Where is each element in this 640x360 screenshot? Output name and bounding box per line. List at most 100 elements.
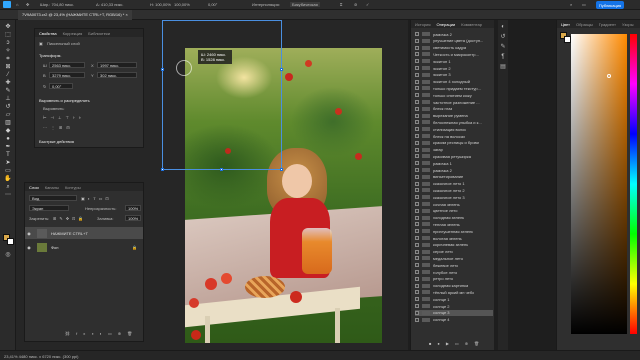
transform-handle[interactable] — [280, 68, 283, 71]
history-item[interactable]: светимость кадра — [415, 45, 493, 51]
quick-mask-icon[interactable]: ◎ — [4, 252, 12, 258]
toggle-icon[interactable] — [422, 283, 430, 288]
history-item[interactable]: только придаем текстур... — [415, 85, 493, 91]
tab-paths[interactable]: Контуры — [65, 185, 81, 190]
history-item[interactable]: сочная зелень — [415, 201, 493, 207]
checkbox-icon[interactable] — [415, 66, 419, 70]
brush-tool-icon[interactable]: ✎ — [4, 88, 12, 94]
close-icon[interactable]: × — [125, 12, 127, 17]
history-item[interactable]: теплая зелень — [415, 221, 493, 227]
toggle-icon[interactable] — [422, 93, 430, 98]
checkbox-icon[interactable] — [415, 154, 419, 159]
tab-layers[interactable]: Слои — [29, 185, 39, 190]
history-item[interactable]: холодная зелень — [415, 215, 493, 221]
toggle-icon[interactable] — [422, 222, 430, 227]
history-panel-icon[interactable]: ↺ — [500, 34, 506, 40]
toggle-icon[interactable] — [422, 188, 430, 193]
lasso-tool-icon[interactable]: ↄ — [4, 40, 12, 46]
history-item[interactable]: медальное лето — [415, 255, 493, 261]
color-picker-field[interactable] — [571, 34, 627, 334]
workspace-icon[interactable]: ▭ — [582, 2, 586, 7]
history-item[interactable]: загар — [415, 147, 493, 153]
document-tab[interactable]: 7V9A0073.cr2 @ 23,4% (НАЖМИТЕ CTRL+T, RG… — [18, 10, 132, 20]
opt-height[interactable]: Δ: 410,33 пикс. — [96, 2, 124, 7]
toggle-icon[interactable] — [422, 317, 430, 322]
checkbox-icon[interactable] — [415, 86, 419, 91]
tab-channels[interactable]: Каналы — [45, 185, 59, 190]
toggle-icon[interactable] — [422, 215, 430, 220]
toggle-icon[interactable] — [422, 297, 430, 302]
pen-tool-icon[interactable]: ✒ — [4, 144, 12, 150]
toggle-icon[interactable] — [422, 202, 430, 206]
transform-handle[interactable] — [280, 168, 283, 171]
history-item[interactable]: холодная картинка — [415, 283, 493, 289]
search-icon[interactable]: ⌕ — [570, 2, 572, 7]
gradient-tool-icon[interactable]: ▥ — [4, 120, 12, 126]
toggle-icon[interactable] — [422, 276, 430, 281]
history-item[interactable]: серое лето — [415, 249, 493, 255]
move-tool-icon[interactable]: ✥ — [4, 24, 12, 30]
checkbox-icon[interactable] — [415, 188, 419, 193]
history-item[interactable]: стилизация волос — [415, 126, 493, 132]
y-field[interactable]: 302 пикс. — [97, 72, 137, 78]
cancel-icon[interactable]: ⊘ — [354, 2, 357, 7]
toggle-icon[interactable] — [422, 140, 430, 145]
checkbox-icon[interactable] — [415, 93, 419, 98]
magic-wand-tool-icon[interactable]: ✧ — [4, 48, 12, 54]
layer-filter-select[interactable]: Вид — [29, 195, 77, 201]
checkbox-icon[interactable] — [415, 297, 419, 302]
eraser-tool-icon[interactable]: ▱ — [4, 112, 12, 118]
checkbox-icon[interactable] — [415, 59, 419, 64]
checkbox-icon[interactable] — [415, 290, 419, 295]
checkbox-icon[interactable] — [415, 120, 419, 125]
checkbox-icon[interactable] — [415, 174, 419, 179]
crop-tool-icon[interactable]: ⌗ — [4, 56, 12, 62]
checkbox-icon[interactable] — [415, 181, 419, 186]
history-item[interactable]: частотное разложение ... — [415, 99, 493, 105]
align-buttons[interactable]: ⊢⊣⊥⊤⊦⊧ — [43, 115, 85, 120]
publish-button[interactable]: Публикация — [596, 1, 624, 9]
toggle-icon[interactable] — [422, 106, 430, 111]
checkbox-icon[interactable] — [415, 256, 419, 261]
checkbox-icon[interactable] — [415, 72, 419, 77]
opt-width[interactable]: Шир.: 704,80 пикс. — [40, 2, 74, 7]
bg-color-swatch[interactable] — [564, 36, 571, 43]
checkbox-icon[interactable] — [415, 106, 419, 111]
toggle-icon[interactable] — [422, 86, 430, 91]
interp-select[interactable]: Бикубическая — [290, 2, 320, 7]
checkbox-icon[interactable] — [415, 202, 419, 206]
checkbox-icon[interactable] — [415, 161, 419, 166]
toggle-icon[interactable] — [422, 66, 430, 70]
type-panel-icon[interactable]: ¶ — [500, 54, 506, 60]
checkbox-icon[interactable] — [415, 52, 419, 57]
history-item[interactable]: тёплый яркий мн чебо — [415, 289, 493, 295]
toggle-icon[interactable] — [422, 38, 430, 43]
checkbox-icon[interactable] — [415, 147, 419, 152]
toggle-icon[interactable] — [422, 127, 430, 132]
opt-zoom[interactable]: 100,00% — [174, 2, 190, 7]
brush-panel-icon[interactable]: ✎ — [500, 44, 506, 50]
eyedropper-tool-icon[interactable]: ⁄ — [4, 72, 12, 78]
tab-comments[interactable]: Комментар — [461, 22, 482, 27]
history-item[interactable]: эскитон 1 — [415, 58, 493, 64]
commit-icon[interactable]: ✓ — [366, 2, 369, 7]
history-item[interactable]: белоснежная улыбка и к... — [415, 119, 493, 125]
toggle-icon[interactable] — [422, 79, 430, 84]
tab-swatches[interactable]: Образцы — [576, 22, 593, 27]
color-picker-cursor[interactable] — [607, 74, 611, 78]
checkbox-icon[interactable] — [415, 229, 419, 234]
checkbox-icon[interactable] — [415, 38, 419, 43]
lock-icons[interactable]: ⊞✎✥⊡🔒 — [53, 216, 86, 221]
checkbox-icon[interactable] — [415, 249, 419, 254]
checkbox-icon[interactable] — [415, 208, 419, 213]
toggle-icon[interactable] — [422, 134, 430, 138]
history-item[interactable]: рамочка 2 — [415, 167, 493, 173]
tab-patterns[interactable]: Узоры — [622, 22, 633, 27]
align-section-title[interactable]: Выровнять и распределить — [39, 98, 90, 103]
history-item[interactable]: красивая ретуширка — [415, 153, 493, 159]
tab-properties[interactable]: Свойства — [39, 31, 57, 36]
frame-tool-icon[interactable]: ⊠ — [4, 64, 12, 70]
blend-mode-select[interactable]: Экран — [29, 205, 69, 211]
toggle-icon[interactable] — [422, 310, 430, 315]
path-select-tool-icon[interactable]: ➤ — [4, 160, 12, 166]
